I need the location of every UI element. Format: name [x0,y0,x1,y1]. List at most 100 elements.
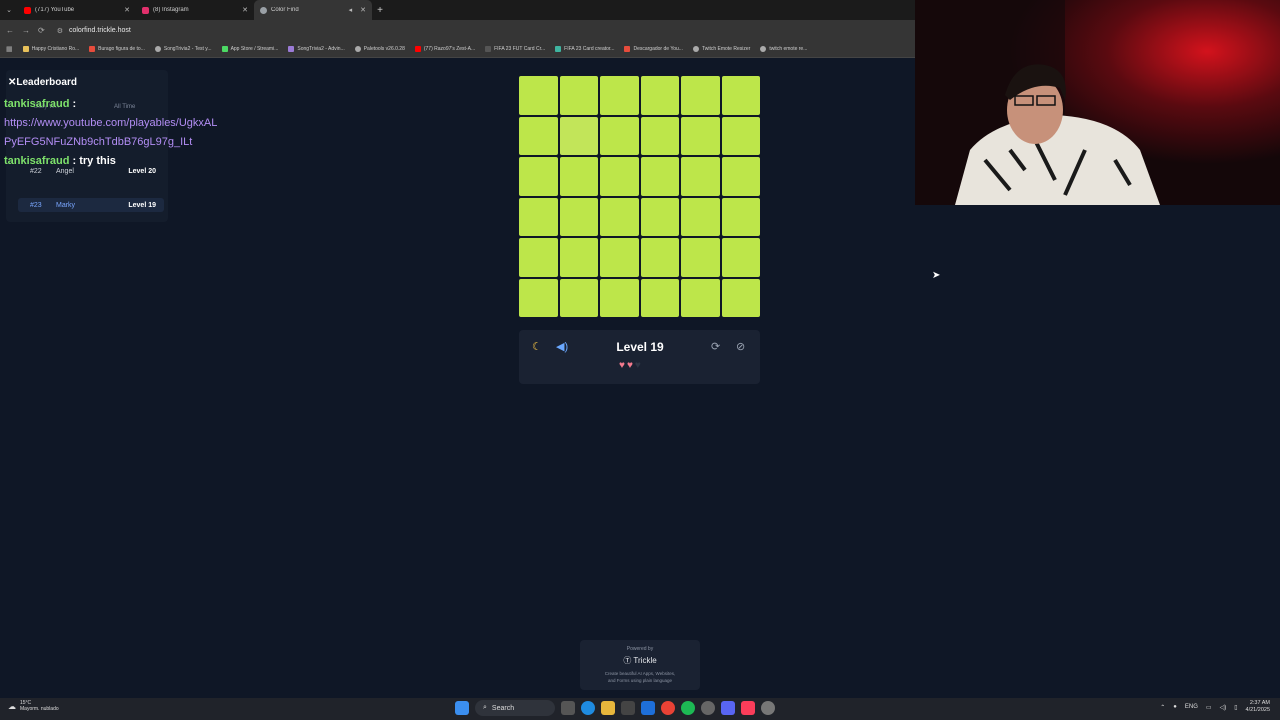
tab-instagram[interactable]: (8) Instagram ✕ [136,0,254,20]
clock[interactable]: 2:37 AM 4/21/2025 [1246,700,1270,714]
bookmark-item[interactable]: Twitch Emote Resizer [692,46,750,52]
language-indicator[interactable]: ENG [1185,704,1198,710]
grid-cell[interactable] [559,238,598,277]
task-view-icon[interactable] [561,701,575,715]
mail-icon[interactable] [641,701,655,715]
grid-cell[interactable] [559,76,598,115]
bookmark-label: App Store / Streami... [230,46,279,52]
grid-cell[interactable] [559,157,598,196]
grid-cell[interactable] [721,197,760,236]
grid-cell[interactable] [519,157,558,196]
bookmark-item[interactable]: (77) Razo97's Zest-A... [414,46,475,52]
tab-color-find[interactable]: Color Find ◂ ✕ [254,0,372,20]
grid-cell[interactable] [681,116,720,155]
restart-icon[interactable]: ⟳ [711,340,720,353]
weather-widget[interactable]: ☁ 15°C Mayorm. nublado [8,700,59,712]
windows-start-icon[interactable] [455,701,469,715]
grid-cell[interactable] [640,278,679,317]
grid-cell[interactable] [519,278,558,317]
network-icon[interactable]: ▭ [1206,704,1212,711]
grid-cell[interactable] [721,76,760,115]
grid-cell[interactable] [640,76,679,115]
bookmark-item[interactable]: FIFA 23 Card creator... [555,46,614,52]
bookmark-item[interactable]: App Store / Streami... [221,46,279,52]
eye-off-icon[interactable]: ⊘ [736,340,745,353]
app-icon[interactable] [761,701,775,715]
grid-cell[interactable] [721,116,760,155]
forward-icon[interactable]: → [22,26,30,35]
bookmark-label: Burago figura de to... [98,46,145,52]
battery-icon[interactable]: ▯ [1234,704,1237,711]
chevron-up-icon[interactable]: ⌃ [1160,704,1165,711]
grid-cell[interactable] [681,238,720,277]
grid-cell[interactable] [519,116,558,155]
tab-youtube[interactable]: (717) YouTube ✕ [18,0,136,20]
music-icon[interactable] [741,701,755,715]
grid-cell[interactable] [681,278,720,317]
chat-link[interactable]: https://www.youtube.com/playables/UgkxAL… [4,114,224,152]
speaker-icon[interactable]: ◀) [556,340,568,353]
grid-cell[interactable] [640,157,679,196]
grid-cell[interactable] [600,238,639,277]
grid-cell[interactable] [559,116,598,155]
mic-icon[interactable]: ● [1173,704,1177,710]
address-bar[interactable]: ⚙ colorfind.trickle.host [57,27,131,35]
discord-icon[interactable] [721,701,735,715]
grid-cell[interactable] [559,197,598,236]
back-icon[interactable]: ← [6,26,14,35]
grid-cell[interactable] [640,238,679,277]
bookmark-item[interactable]: Happy Cristiano Ro... [22,46,79,52]
grid-cell[interactable] [600,76,639,115]
grid-cell[interactable] [559,278,598,317]
chat-username: tankisafraud [4,155,70,167]
grid-cell[interactable] [519,238,558,277]
close-icon[interactable]: ✕ [242,6,248,14]
leaderboard-row-current: #23 Marky Level 19 [18,198,164,212]
grid-cell[interactable] [600,116,639,155]
grid-cell[interactable] [721,157,760,196]
apps-grid-icon[interactable]: ▦ [6,45,13,53]
reload-icon[interactable]: ⟳ [38,26,45,35]
volume-icon[interactable]: ◁) [1220,704,1227,711]
store-icon[interactable] [621,701,635,715]
grid-cell[interactable] [681,76,720,115]
browser-toolbar: ← → ⟳ ⚙ colorfind.trickle.host [0,20,915,41]
bookmark-item[interactable]: Burago figura de to... [89,46,145,52]
close-icon[interactable]: ✕ [124,6,130,14]
grid-cell[interactable] [600,157,639,196]
grid-cell[interactable] [600,197,639,236]
obs-icon[interactable] [701,701,715,715]
file-explorer-icon[interactable] [601,701,615,715]
grid-cell[interactable] [721,238,760,277]
weather-icon: ☁ [8,701,16,711]
grid-cell[interactable] [640,116,679,155]
grid-cell[interactable] [519,197,558,236]
bookmark-item[interactable]: Descargador de You... [624,46,683,52]
speaker-icon[interactable]: ◂ [349,6,353,14]
grid-cell[interactable] [519,76,558,115]
bookmark-icon [692,46,699,52]
spotify-icon[interactable] [681,701,695,715]
chrome-icon[interactable] [661,701,675,715]
tab-search-chevron-icon[interactable]: ⌄ [0,6,18,14]
moon-icon[interactable]: ☾ [532,340,542,353]
bookmark-item[interactable]: SongTrivia2 - Test y... [154,46,212,52]
bookmark-item[interactable]: FIFA 23 FUT Card Cr... [485,46,545,52]
grid-cell[interactable] [600,278,639,317]
grid-cell[interactable] [640,197,679,236]
trickle-badge[interactable]: Powered by Ⓣ Trickle Create beautiful AI… [580,640,700,690]
bookmark-icon [485,46,492,52]
bookmark-item[interactable]: SongTrivia2 - Advin... [288,46,345,52]
grid-cell[interactable] [721,278,760,317]
globe-icon [260,6,267,14]
taskbar-search[interactable]: ⌕ Search [475,700,555,716]
new-tab-button[interactable]: + [372,5,388,16]
grid-cell[interactable] [681,197,720,236]
edge-icon[interactable] [581,701,595,715]
close-icon[interactable]: ✕ [360,6,366,14]
bookmark-item[interactable]: Paletools v26.0.28 [354,46,405,52]
grid-cell[interactable] [681,157,720,196]
bookmark-item[interactable]: twitch emote re... [760,46,807,52]
site-info-icon[interactable]: ⚙ [57,27,63,35]
bookmark-label: Descargador de You... [633,46,683,52]
